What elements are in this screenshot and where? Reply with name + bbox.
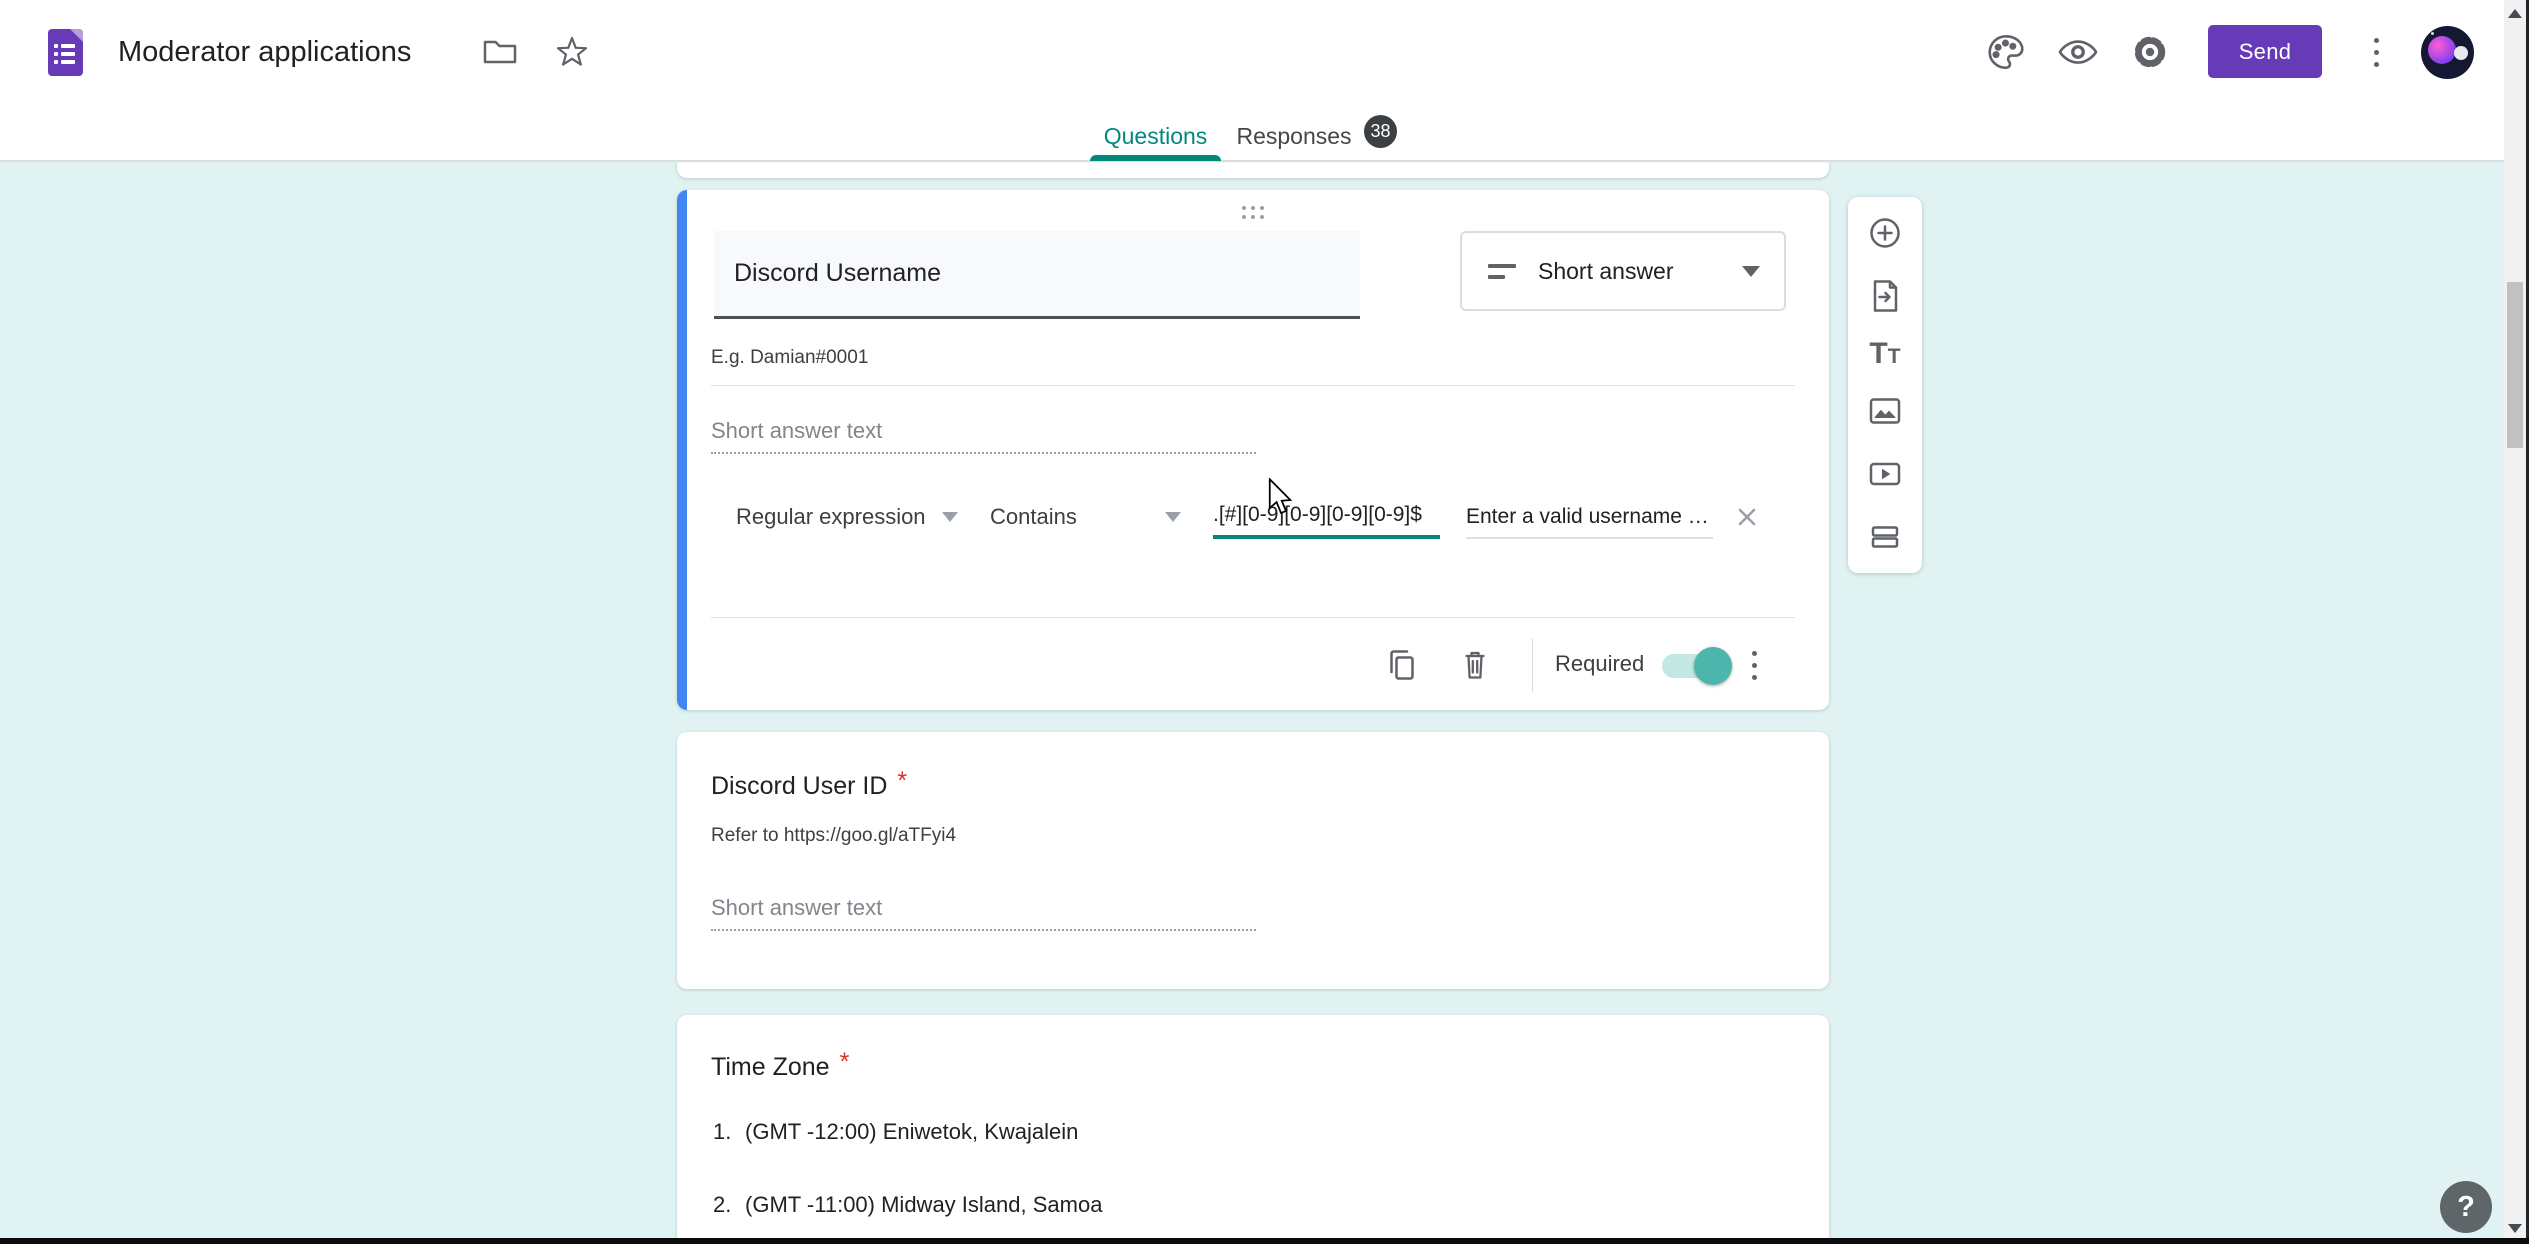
preview-eye-icon: [2057, 31, 2099, 73]
required-label: Required: [1555, 651, 1644, 677]
import-questions-button[interactable]: [1865, 276, 1905, 316]
scroll-down-arrow-icon[interactable]: [2508, 1224, 2522, 1233]
answer-underline: [711, 452, 1256, 454]
tab-responses[interactable]: Responses: [1238, 116, 1350, 156]
account-avatar[interactable]: [2421, 26, 2474, 79]
list-item[interactable]: 2. (GMT -11:00) Midway Island, Samoa: [713, 1192, 1102, 1218]
required-asterisk: *: [897, 767, 907, 795]
required-toggle[interactable]: [1662, 654, 1726, 678]
add-question-button[interactable]: [1865, 213, 1905, 253]
add-video-button[interactable]: [1865, 454, 1905, 494]
customize-theme-button[interactable]: [1984, 30, 2028, 74]
more-vertical-icon: [1752, 651, 1757, 680]
more-options-button[interactable]: [2354, 30, 2398, 74]
settings-gear-icon: [2129, 31, 2171, 73]
previous-question-card-partial[interactable]: [677, 162, 1829, 178]
move-to-folder-button[interactable]: [478, 30, 522, 74]
add-image-icon: [1865, 391, 1905, 431]
duplicate-icon: [1382, 645, 1422, 685]
divider: [711, 385, 1795, 386]
answer-placeholder: Short answer text: [711, 895, 882, 921]
star-button[interactable]: [550, 30, 594, 74]
add-title-button[interactable]: TT: [1869, 339, 1900, 369]
add-question-icon: [1865, 213, 1905, 253]
question-type-select[interactable]: Short answer: [1460, 231, 1786, 311]
short-answer-icon: [1488, 264, 1516, 279]
divider: [1532, 638, 1533, 692]
active-tab-underline: [1090, 155, 1221, 161]
app-header: Moderator applications: [0, 0, 2529, 161]
chevron-down-icon: [1742, 266, 1760, 277]
validation-pattern-input[interactable]: .[#][0-9][0-9][0-9][0-9]$: [1213, 495, 1440, 539]
window-bottom-edge: [0, 1238, 2529, 1244]
send-button[interactable]: Send: [2208, 25, 2322, 78]
forms-logo-icon[interactable]: [48, 29, 83, 76]
divider: [711, 617, 1795, 618]
drag-handle-icon[interactable]: [1242, 206, 1264, 219]
google-forms-editor: Moderator applications: [0, 0, 2529, 1244]
question-more-options-button[interactable]: [1739, 645, 1769, 685]
validation-condition-dropdown[interactable]: Contains: [990, 495, 1181, 539]
remove-validation-button[interactable]: [1729, 499, 1765, 535]
browser-scrollbar[interactable]: [2504, 0, 2526, 1244]
tab-questions[interactable]: Questions: [1090, 116, 1221, 156]
chevron-down-icon: [942, 512, 958, 522]
duplicate-question-button[interactable]: [1382, 645, 1422, 685]
star-icon: [552, 32, 592, 72]
question-card-discord-username: Discord Username Short answer E.g. Damia…: [677, 190, 1829, 710]
question-toolbar: TT: [1848, 197, 1922, 573]
palette-icon: [1985, 31, 2027, 73]
validation-type-dropdown[interactable]: Regular expression: [736, 495, 958, 539]
more-vertical-icon: [2374, 38, 2379, 67]
required-asterisk: *: [840, 1048, 850, 1076]
close-icon: [1729, 499, 1765, 535]
list-item[interactable]: 1. (GMT -12:00) Eniwetok, Kwajalein: [713, 1119, 1078, 1145]
question-title: Time Zone*: [711, 1053, 849, 1082]
question-title: Discord User ID*: [711, 772, 907, 801]
scrollbar-thumb[interactable]: [2507, 282, 2523, 448]
import-questions-icon: [1865, 276, 1905, 316]
folder-icon: [480, 32, 520, 72]
chevron-down-icon: [1165, 512, 1181, 522]
validation-error-text-input[interactable]: Enter a valid username with…: [1466, 497, 1713, 539]
add-image-button[interactable]: [1865, 391, 1905, 431]
delete-question-button[interactable]: [1455, 645, 1495, 685]
question-description[interactable]: E.g. Damian#0001: [711, 347, 868, 369]
help-button[interactable]: ?: [2440, 1181, 2492, 1233]
form-title[interactable]: Moderator applications: [118, 36, 411, 69]
answer-placeholder[interactable]: Short answer text: [711, 418, 882, 444]
preview-button[interactable]: [2056, 30, 2100, 74]
add-section-icon: [1865, 517, 1905, 557]
question-card-discord-user-id[interactable]: Discord User ID* Refer to https://goo.gl…: [677, 732, 1829, 989]
settings-button[interactable]: [2128, 30, 2172, 74]
trash-icon: [1455, 645, 1495, 685]
add-section-button[interactable]: [1865, 517, 1905, 557]
responses-count-badge: 38: [1364, 115, 1397, 148]
question-description: Refer to https://goo.gl/aTFyi4: [711, 825, 956, 847]
add-title-icon: TT: [1869, 350, 1900, 367]
scroll-up-arrow-icon[interactable]: [2508, 9, 2522, 18]
question-title-input[interactable]: Discord Username: [714, 231, 1360, 319]
active-question-indicator: [677, 190, 687, 710]
question-card-time-zone[interactable]: Time Zone* 1. (GMT -12:00) Eniwetok, Kwa…: [677, 1015, 1829, 1244]
add-video-icon: [1865, 454, 1905, 494]
answer-underline: [711, 929, 1256, 931]
